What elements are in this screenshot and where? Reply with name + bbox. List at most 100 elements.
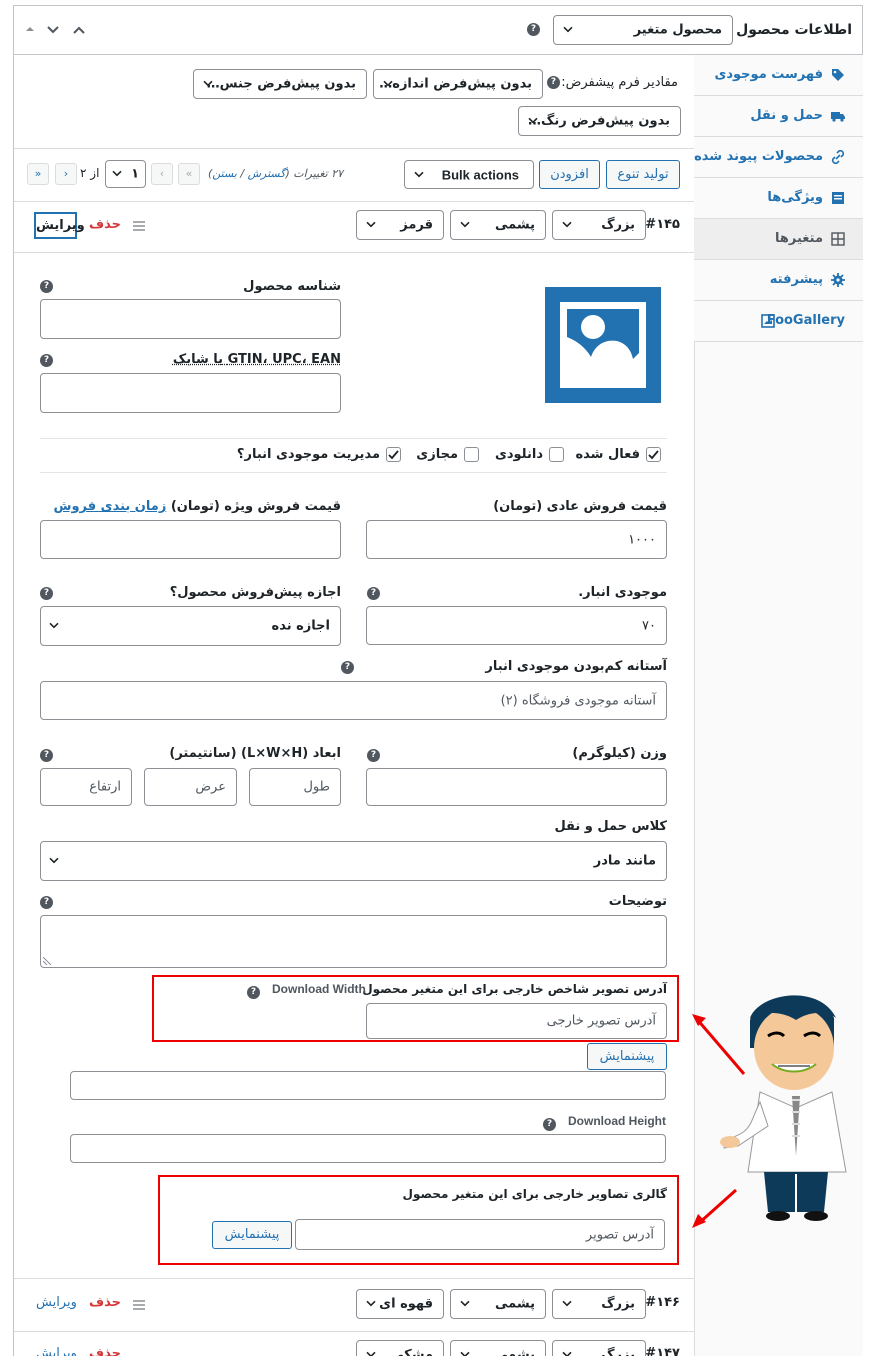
help-icon[interactable]: ? [40,749,53,762]
gtin-input[interactable] [40,373,341,413]
enabled-checkbox[interactable] [646,447,661,462]
add-variation-button[interactable]: افزودن [539,160,600,189]
low-stock-input[interactable]: آستانه موجودی فروشگاه (۲) [40,681,667,720]
product-type-select[interactable]: محصول متغیر [553,15,733,45]
regular-price-input[interactable]: ۱۰۰۰ [366,520,667,559]
divider [40,472,667,473]
virtual-label: مجازی [416,447,458,462]
divider [14,252,694,253]
tab-inventory[interactable]: فهرست موجودی [694,55,863,96]
chevron-down-icon [563,26,573,33]
help-icon[interactable]: ? [40,896,53,909]
virtual-checkbox[interactable] [464,447,479,462]
help-icon[interactable]: ? [247,986,260,999]
length-input[interactable]: طول [249,768,341,806]
edit-variation-link[interactable]: ویرایش [36,1295,77,1310]
preview-button[interactable]: پیشنمایش [587,1043,667,1070]
delete-variation-link[interactable]: حذف [89,1346,121,1356]
tab-linked-products[interactable]: محصولات پیوند شده [694,137,863,178]
tab-variations[interactable]: متغیرها [694,219,863,260]
expand-all-link[interactable]: گسترش [248,167,286,180]
backorder-select[interactable]: اجازه نده [40,606,341,646]
download-width-input[interactable] [70,1071,666,1100]
bulk-actions-select[interactable]: Bulk actions [404,160,534,189]
drag-handle-icon[interactable] [133,1300,145,1310]
sale-price-label-row: قیمت فروش ویژه (تومان) زمان بندی فروش [53,499,341,514]
chevron-down-icon [366,221,376,228]
resize-handle-icon[interactable] [43,957,51,965]
move-up-icon[interactable] [24,23,36,35]
stock-input[interactable]: ۷۰ [366,606,667,645]
variation-image-placeholder[interactable] [545,287,661,403]
variation-material-select[interactable]: پشمی [450,210,546,240]
variation-color-select[interactable]: قرمز [356,210,444,240]
width-input[interactable]: عرض [144,768,237,806]
description-textarea[interactable] [40,915,667,968]
tag-icon [832,69,844,81]
weight-input[interactable] [366,768,667,806]
help-icon[interactable]: ? [341,661,354,674]
gallery-input[interactable]: آدرس تصویر [295,1219,665,1250]
download-height-input[interactable] [70,1134,666,1163]
schedule-sale-link[interactable]: زمان بندی فروش [54,499,167,514]
chevron-down-icon [366,1351,376,1356]
chevron-up-icon[interactable] [72,23,86,37]
variation-size-select[interactable]: بزرگ [552,1289,646,1319]
close-all-link[interactable]: بستن [212,167,237,180]
help-icon[interactable]: ? [367,587,380,600]
variation-size-select[interactable]: بزرگ [552,210,646,240]
panel-title: اطلاعات محصول — [717,22,852,38]
manage-stock-checkbox[interactable] [386,447,401,462]
variation-color-select[interactable]: قهوه ای [356,1289,444,1319]
default-size-select[interactable]: بدون پیش‌فرض اندازه… [373,69,543,99]
tab-shipping[interactable]: حمل و نقل [694,96,863,137]
default-color-select[interactable]: بدون پیش‌فرض رنگ… [518,106,681,136]
drag-handle-icon[interactable] [133,221,145,231]
first-page-button[interactable]: « [178,163,200,185]
page-select[interactable]: ۱ [105,160,146,188]
generate-variations-button[interactable]: تولید تنوع [606,160,680,189]
variation-material-select[interactable]: پشمی [450,1289,546,1319]
help-icon[interactable]: ? [40,354,53,367]
tab-foogallery[interactable]: FooGallery [694,301,863,342]
delete-variation-link[interactable]: حذف [89,217,121,232]
help-icon[interactable]: ? [543,1118,556,1131]
help-icon[interactable]: ? [40,280,53,293]
variation-id: #۱۴۵ [645,217,680,232]
chevron-down-icon [562,1300,572,1307]
help-icon[interactable]: ? [547,76,560,89]
height-input[interactable]: ارتفاع [40,768,132,806]
sale-price-input[interactable] [40,520,341,559]
help-icon[interactable]: ? [527,23,540,36]
variation-color-select[interactable]: مشکی [356,1340,444,1356]
download-width-label: Download Width [272,982,366,996]
tab-attributes[interactable]: ویژگی‌ها [694,178,863,219]
delete-variation-link[interactable]: حذف [89,1295,121,1310]
help-icon[interactable]: ? [40,587,53,600]
list-icon [832,192,844,204]
default-gender-select[interactable]: بدون پیش‌فرض جنس… [193,69,367,99]
downloadable-checkbox[interactable] [549,447,564,462]
ext-image-label: آدرس تصویر شاخص خارجی برای این متغیر محص… [362,982,667,996]
variation-size-select[interactable]: بزرگ [552,1340,646,1356]
edit-variation-link[interactable]: ویرایش [36,1346,77,1356]
sku-input[interactable] [40,299,341,339]
chevron-down-icon [460,1300,470,1307]
help-icon[interactable]: ? [367,749,380,762]
tab-advanced[interactable]: پیشرفته [694,260,863,301]
edit-variation-link[interactable]: ویرایش [34,212,85,239]
gallery-preview-button[interactable]: پیشنمایش [212,1221,292,1249]
chevron-down-icon[interactable] [46,23,60,37]
next-page-button[interactable]: › [55,163,77,185]
prev-page-button[interactable]: ‹ [151,163,173,185]
dimensions-label: ابعاد (L×W×H) (سانتیمتر) [169,746,341,761]
defaults-label: مقادیر فرم پیشفرض: [561,75,678,90]
chevron-down-icon [112,170,122,177]
chevron-down-icon [49,857,59,864]
ext-image-input[interactable]: آدرس تصویر خارجی [366,1003,667,1039]
last-page-button[interactable]: » [27,163,49,185]
variation-material-select[interactable]: پشمی [450,1340,546,1356]
chevron-down-icon [49,622,59,629]
shipping-class-select[interactable]: مانند مادر [40,841,667,881]
chevron-down-icon [528,117,538,124]
